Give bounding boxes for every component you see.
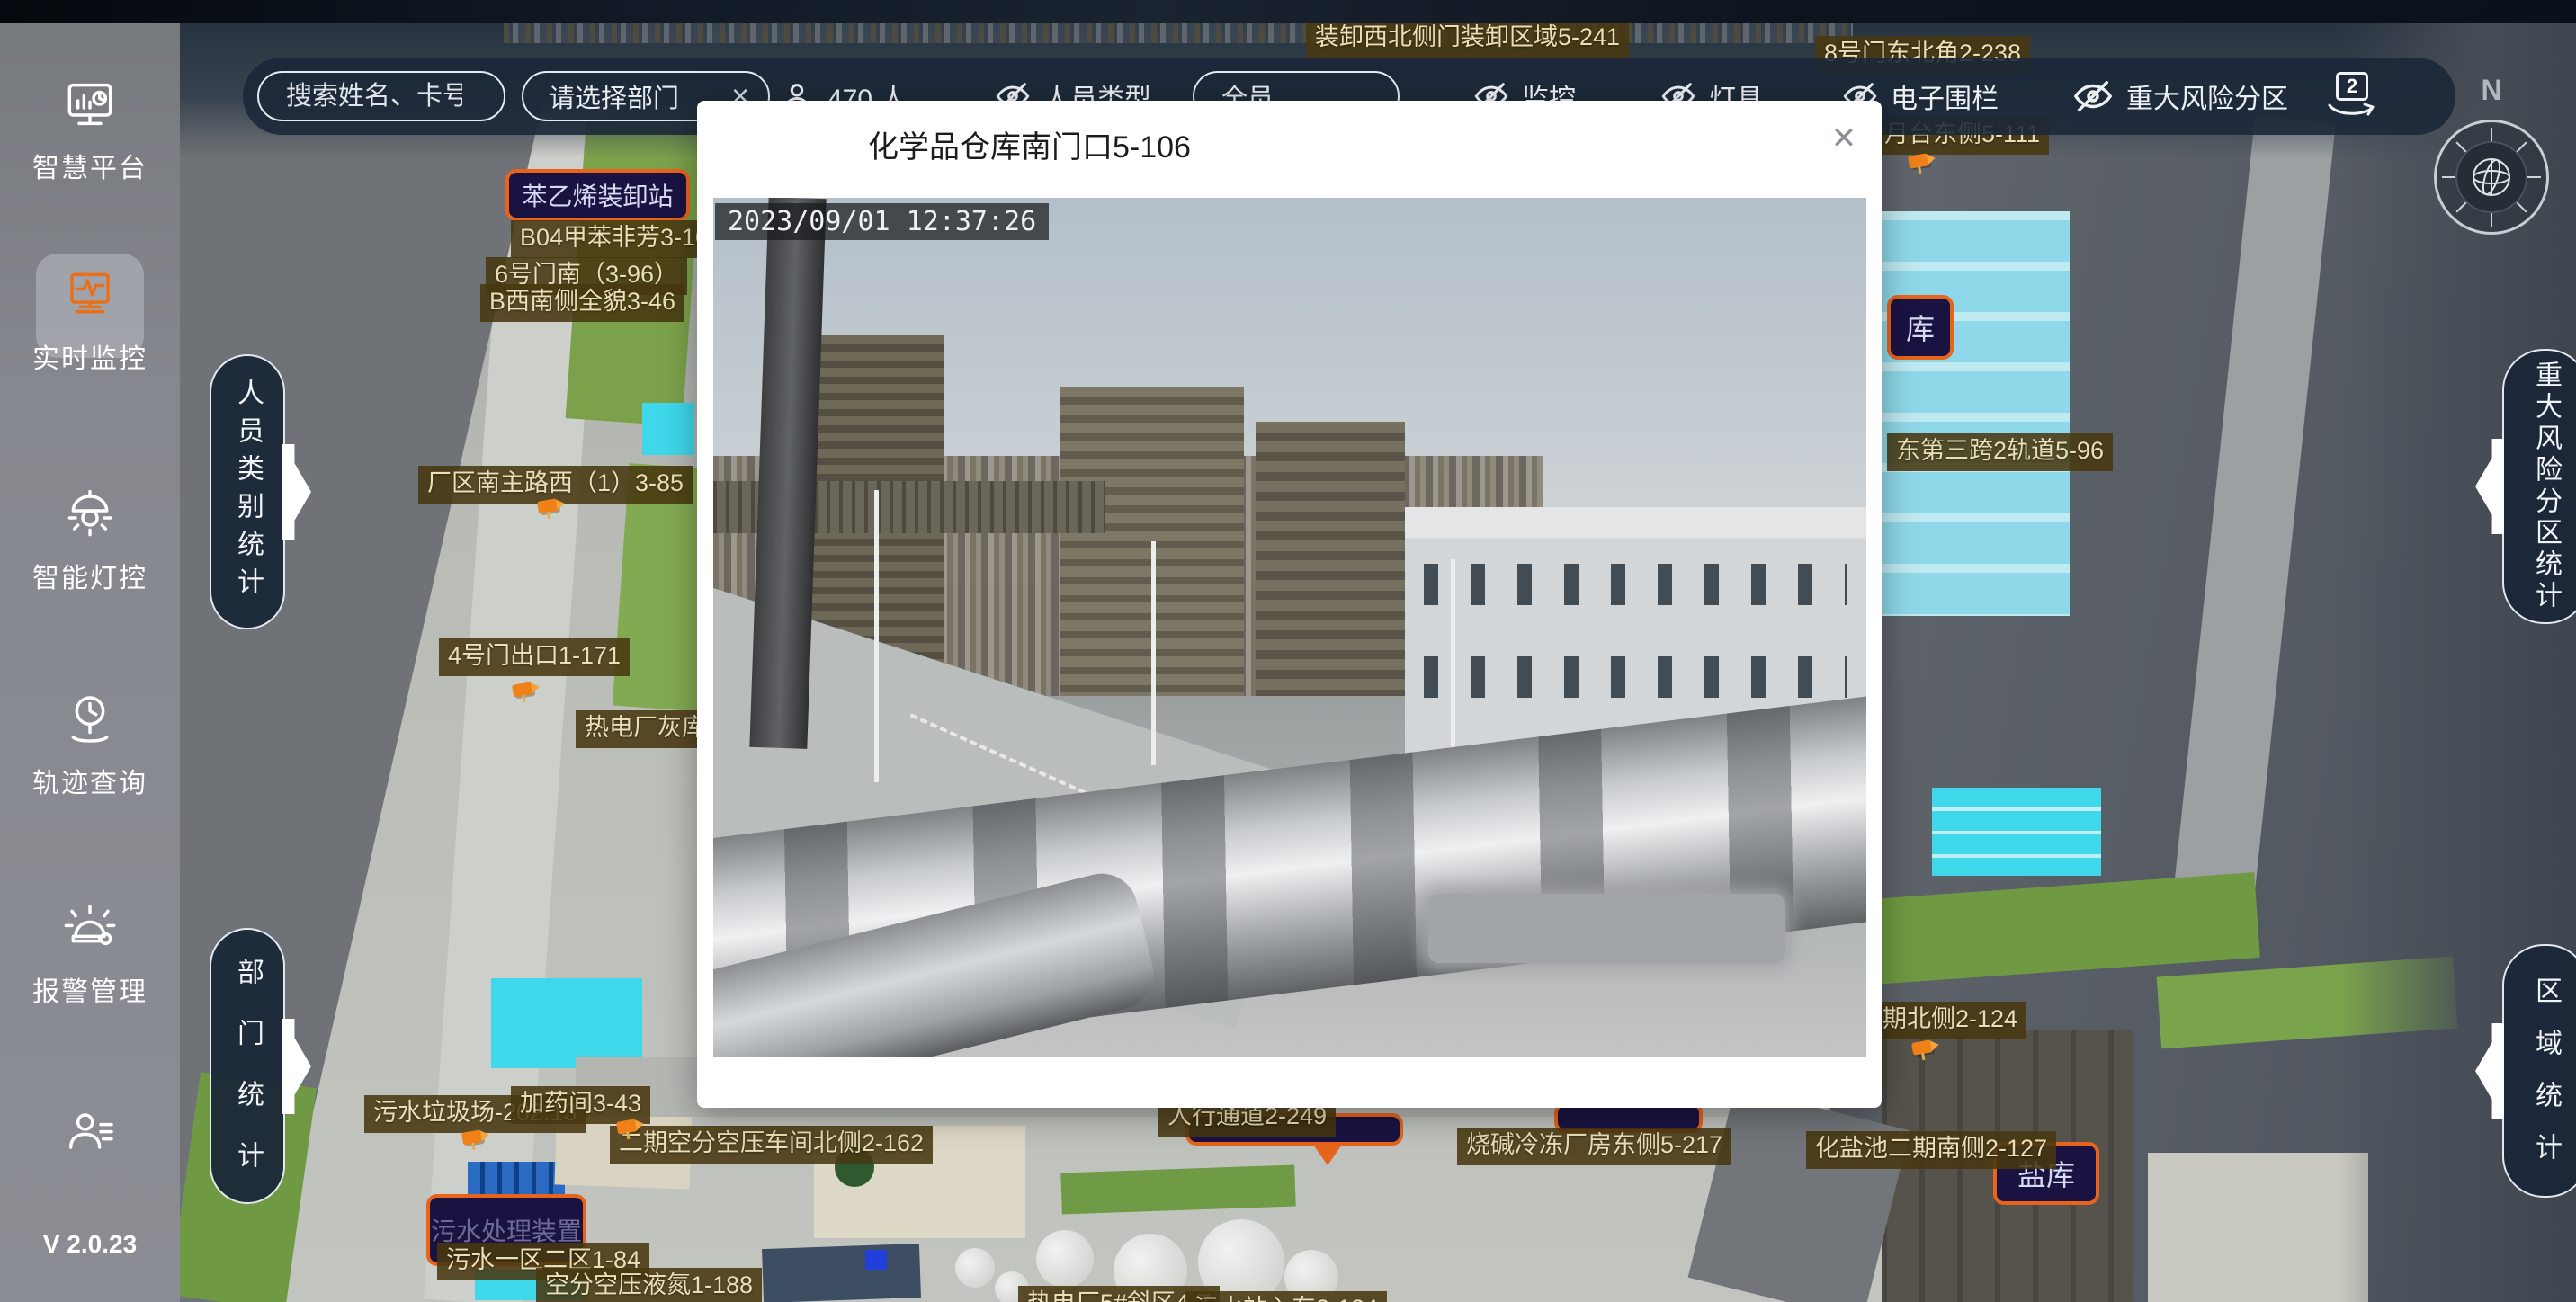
camera-icon[interactable]	[461, 1129, 483, 1146]
sidebar-item-label: 轨迹查询	[32, 761, 148, 800]
camera-video-frame: 2023/09/01 12:37:26	[713, 198, 1866, 1057]
map-callout[interactable]: 库	[1887, 295, 1954, 360]
map-label: 加药间3-43	[511, 1086, 650, 1124]
map-label: 空分空压液氮1-188	[536, 1268, 762, 1302]
camera-icon[interactable]	[537, 498, 559, 514]
trajectory-icon	[61, 691, 119, 748]
department-placeholder: 请选择部门	[549, 77, 679, 115]
sidebar-item-smart-lighting[interactable]: 智能灯控	[0, 486, 180, 595]
map-label: 化盐池二期南侧2-127	[1806, 1131, 2056, 1169]
video-light-pole	[1151, 541, 1156, 765]
map-label: 污水站入东2-134	[1185, 1291, 1387, 1302]
tab-label: 部门统计	[228, 958, 267, 1202]
close-icon[interactable]: ✕	[1826, 120, 1862, 156]
sidebar: 智慧平台 实时监控 智能灯控	[0, 0, 180, 1302]
tab-major-risk-zone-stats[interactable]: 重大风险分区统计	[2502, 349, 2576, 624]
map-label: 烧碱冷冻厂房东侧5-217	[1457, 1128, 1731, 1165]
video-building-windows	[1424, 564, 1848, 605]
version-label: V 2.0.23	[0, 1230, 180, 1259]
tab-person-category-stats[interactable]: 人员类别统计	[210, 354, 285, 629]
map-label: 二期空分空压车间北侧2-162	[610, 1126, 933, 1164]
map-label: 厂区南主路西（1）3-85	[418, 466, 693, 504]
sidebar-item-alarm-management[interactable]: 报警管理	[0, 899, 180, 1009]
view-2d-icon: 2	[2336, 72, 2368, 101]
map-label: 装卸西北侧门装卸区域5-241	[1306, 20, 1629, 58]
map-label: 东第三跨2轨道5-96	[1887, 433, 2113, 471]
tab-department-stats[interactable]: 部门统计	[210, 928, 285, 1204]
map-callout[interactable]: 苯乙烯装卸站	[505, 169, 690, 221]
sidebar-item-label: 实时监控	[32, 336, 148, 376]
app-root: 苯乙烯装卸站污水处理装置盐库库8号门东北角2-238装卸西北侧门装卸区域5-24…	[0, 0, 2576, 1302]
map-label: B04甲苯非芳3-10	[511, 220, 718, 258]
map-label: 热电厂灰库	[576, 710, 715, 748]
toggle-major-risk-zone[interactable]: 重大风险分区	[2072, 76, 2288, 117]
compass-inner	[2455, 141, 2527, 213]
sidebar-item-label: 智慧平台	[32, 146, 148, 185]
camera-feed-modal: 化学品仓库南门口5-106 ✕ 2023/09/01 12:37:26	[697, 101, 1882, 1108]
alarm-siren-icon	[61, 899, 119, 957]
search-input-pill[interactable]	[257, 71, 505, 121]
sidebar-item-realtime-monitor[interactable]: 实时监控	[0, 266, 180, 376]
tab-label: 重大风险分区统计	[2526, 361, 2565, 612]
camera-icon[interactable]	[1911, 1039, 1933, 1056]
gyro-globe-icon	[2466, 152, 2517, 202]
sidebar-item-smart-platform[interactable]: 智慧平台	[0, 76, 180, 185]
dashboard-monitor-icon	[61, 76, 119, 133]
camera-icon[interactable]	[512, 682, 533, 698]
sidebar-item-trajectory-query[interactable]: 轨迹查询	[0, 691, 180, 800]
rotate-arrow-icon	[2326, 103, 2378, 120]
toggle-label: 重大风险分区	[2126, 76, 2288, 116]
eye-off-icon	[2072, 76, 2114, 117]
redaction-overlay	[1428, 894, 1785, 962]
search-input[interactable]	[284, 81, 464, 112]
realtime-monitor-icon	[61, 266, 119, 324]
video-plant-tower	[1256, 422, 1406, 714]
modal-title: 化学品仓库南门口5-106	[868, 122, 1191, 166]
map-label: 4号门出口1-171	[439, 638, 630, 676]
camera-icon[interactable]	[1908, 153, 1929, 169]
person-list-icon	[61, 1104, 119, 1162]
view-2d-number: 2	[2347, 75, 2357, 98]
sidebar-item-label: 智能灯控	[32, 556, 148, 595]
toggle-label: 电子围栏	[1891, 76, 1999, 116]
map-label: B西南侧全貌3-46	[480, 284, 684, 322]
view-2d-toggle[interactable]: 2	[2326, 72, 2378, 120]
video-light-pole	[874, 490, 879, 782]
video-light-pole	[1451, 559, 1455, 765]
sidebar-item-label: 报警管理	[32, 969, 148, 1009]
map-top-strip	[0, 0, 2576, 23]
video-timestamp: 2023/09/01 12:37:26	[715, 203, 1049, 240]
compass-north-label: N	[2434, 74, 2549, 107]
tab-area-stats[interactable]: 区域统计	[2502, 944, 2576, 1198]
compass-widget[interactable]	[2434, 120, 2549, 235]
video-building-windows	[1424, 656, 1848, 698]
smart-light-icon	[61, 486, 119, 543]
sidebar-item-personnel[interactable]	[0, 1104, 180, 1174]
tab-label: 人员类别统计	[228, 379, 267, 605]
tab-label: 区域统计	[2526, 976, 2565, 1185]
